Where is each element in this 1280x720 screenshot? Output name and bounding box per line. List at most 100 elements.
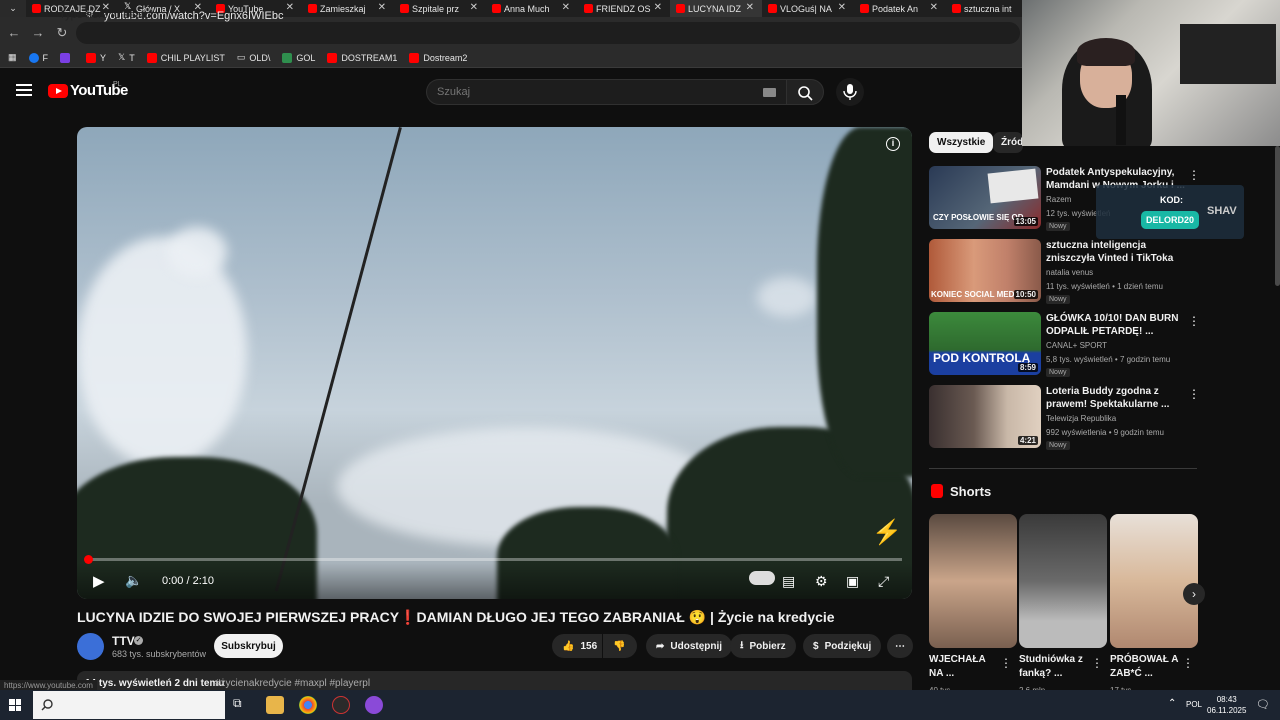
bookmark-folder[interactable]: ▭ OLD\ <box>237 52 271 63</box>
more-vertical-icon[interactable]: ⋮ <box>1182 656 1194 670</box>
more-vertical-icon[interactable]: ⋮ <box>1188 168 1200 182</box>
taskbar-search-text[interactable]: Type here to search <box>59 9 156 21</box>
video-thumbnail[interactable]: KONIEC SOCIAL MED 10:50 <box>929 239 1041 302</box>
recommended-video[interactable]: POD KONTROLĄ 8:59 GŁÓWKA 10/10! DAN BURN… <box>929 312 1200 377</box>
close-tab-icon[interactable]: ✕ <box>470 2 478 13</box>
channel-name[interactable]: natalia venus <box>1046 268 1093 277</box>
short-title[interactable]: Studniówka z fanką? ... <box>1019 653 1089 681</box>
download-button[interactable]: ⭳ Pobierz <box>730 634 796 658</box>
close-tab-icon[interactable]: ✕ <box>746 2 754 13</box>
bookmark-item[interactable]: Y <box>86 52 106 63</box>
channel-name[interactable]: TTV <box>112 634 135 648</box>
taskbar-search-box[interactable] <box>33 691 225 719</box>
file-explorer-icon[interactable] <box>266 696 284 714</box>
more-actions-button[interactable]: ⋯ <box>887 634 913 658</box>
video-thumbnail[interactable]: CZY POSŁOWIE SIĘ OD 13:05 <box>929 166 1041 229</box>
chrome-icon[interactable] <box>299 696 317 714</box>
chevron-right-icon[interactable]: › <box>1183 583 1205 605</box>
info-icon[interactable]: i <box>886 137 900 151</box>
close-tab-icon[interactable]: ✕ <box>378 2 386 13</box>
more-vertical-icon[interactable]: ⋮ <box>1188 387 1200 401</box>
subtitles-icon[interactable]: ▤ <box>782 573 795 590</box>
volume-icon[interactable]: 🔈 <box>125 572 142 589</box>
keyboard-icon[interactable] <box>763 88 776 97</box>
settings-gear-icon[interactable]: ⚙ <box>815 573 828 590</box>
subscribe-button[interactable]: Subskrybuj <box>214 634 283 658</box>
browser-tab[interactable]: Szpitale prz ✕ <box>394 0 486 17</box>
scrollbar[interactable] <box>1275 146 1280 286</box>
play-icon[interactable]: ▶ <box>93 572 105 590</box>
browser-tab[interactable]: Zamieszkaj ✕ <box>302 0 394 17</box>
browser-tab-active[interactable]: LUCYNA IDZ ✕ <box>670 0 762 17</box>
share-button[interactable]: ➦ Udostępnij <box>646 634 733 658</box>
thanks-button[interactable]: $ Podziękuj <box>803 634 882 658</box>
forward-arrow-icon[interactable]: → <box>30 25 46 40</box>
short-thumbnail[interactable] <box>1110 514 1198 648</box>
more-vertical-icon[interactable]: ⋮ <box>1091 656 1103 670</box>
bookmark-item[interactable]: 𝕏T <box>118 52 135 63</box>
chip-all[interactable]: Wszystkie <box>929 132 994 153</box>
youtube-logo-icon[interactable] <box>48 84 68 98</box>
url-field[interactable] <box>76 22 1020 44</box>
progress-bar[interactable] <box>84 555 902 564</box>
close-tab-icon[interactable]: ✕ <box>286 2 294 13</box>
keyboard-language[interactable]: POL <box>1186 700 1202 709</box>
miniplayer-icon[interactable]: ▣ <box>846 573 859 590</box>
windows-start-icon[interactable] <box>9 699 21 711</box>
close-tab-icon[interactable]: ✕ <box>654 2 662 13</box>
tray-chevron-icon[interactable]: ⌃ <box>1168 698 1176 709</box>
more-vertical-icon[interactable]: ⋮ <box>1000 656 1012 670</box>
bookmark-item[interactable] <box>60 52 74 63</box>
chip-source[interactable]: Źródł <box>993 132 1023 153</box>
channel-avatar[interactable] <box>77 633 104 660</box>
video-player[interactable]: i ⚡ ▶ 🔈 0:00 / 2:10 ▤ ⚙ ▣ ⤢ <box>77 127 912 599</box>
video-title[interactable]: Loteria Buddy zgodna z prawem! Spektakul… <box>1046 385 1186 411</box>
video-thumbnail[interactable]: 4:21 <box>929 385 1041 448</box>
short-title[interactable]: WJECHAŁA NA ... <box>929 653 999 681</box>
like-button[interactable]: 👍 156 <box>552 634 602 658</box>
close-tab-icon[interactable]: ✕ <box>930 2 938 13</box>
autoplay-toggle[interactable] <box>749 571 775 585</box>
search-input[interactable] <box>437 86 737 98</box>
apps-grid-icon[interactable]: ▦ <box>8 52 17 63</box>
channel-name[interactable]: Telewizja Republika <box>1046 414 1116 423</box>
back-arrow-icon[interactable]: ← <box>6 25 22 40</box>
notification-icon[interactable]: 🗨 <box>1256 698 1270 711</box>
tab-search-button[interactable]: ⌄ <box>0 0 26 17</box>
short-title[interactable]: PRÓBOWAŁ A ZAB*Ć ... <box>1110 653 1180 681</box>
search-box[interactable] <box>426 79 788 105</box>
bookmark-item[interactable]: CHIL PLAYLIST <box>146 52 225 63</box>
clock[interactable]: 08:43 06.11.2025 <box>1207 694 1246 716</box>
dislike-button[interactable]: 👎 <box>603 634 637 658</box>
browser-tab[interactable]: Anna Much ✕ <box>486 0 578 17</box>
close-tab-icon[interactable]: ✕ <box>562 2 570 13</box>
browser-tab[interactable]: FRIENDZ OS ✕ <box>578 0 670 17</box>
hashtags[interactable]: #życienakredycie #maxpl #playerpl <box>215 678 370 689</box>
app-icon[interactable] <box>332 696 350 714</box>
fullscreen-icon[interactable]: ⤢ <box>878 573 889 590</box>
channel-name[interactable]: Razem <box>1046 195 1071 204</box>
short-thumbnail[interactable] <box>1019 514 1107 648</box>
video-thumbnail[interactable]: POD KONTROLĄ 8:59 <box>929 312 1041 375</box>
search-button[interactable] <box>786 79 824 105</box>
more-vertical-icon[interactable]: ⋮ <box>1188 314 1200 328</box>
video-title[interactable]: GŁÓWKA 10/10! DAN BURN ODPALIŁ PETARDĘ! … <box>1046 312 1186 338</box>
task-view-icon[interactable]: ⧉ <box>233 696 251 714</box>
close-tab-icon[interactable]: ✕ <box>838 2 846 13</box>
bookmark-item[interactable]: GOL <box>282 52 315 63</box>
menu-hamburger-icon[interactable] <box>16 84 32 96</box>
bookmark-item[interactable]: DOSTREAM1 <box>327 52 397 63</box>
channel-watermark-icon[interactable]: ⚡ <box>872 518 902 547</box>
voice-search-button[interactable] <box>836 78 864 106</box>
bookmark-item[interactable]: Dostream2 <box>409 52 467 63</box>
bookmark-item[interactable]: F <box>28 52 48 63</box>
browser-tab[interactable]: Podatek An ✕ <box>854 0 946 17</box>
short-thumbnail[interactable] <box>929 514 1017 648</box>
app-icon[interactable] <box>365 696 383 714</box>
reload-icon[interactable]: ↻ <box>54 25 70 41</box>
recommended-video[interactable]: 4:21 Loteria Buddy zgodna z prawem! Spek… <box>929 385 1200 450</box>
browser-tab[interactable]: VLOGuś| NA ✕ <box>762 0 854 17</box>
video-title[interactable]: sztuczna inteligencja zniszczyła Vinted … <box>1046 239 1186 265</box>
channel-name[interactable]: CANAL+ SPORT <box>1046 341 1107 350</box>
recommended-video[interactable]: KONIEC SOCIAL MED 10:50 sztuczna intelig… <box>929 239 1199 304</box>
